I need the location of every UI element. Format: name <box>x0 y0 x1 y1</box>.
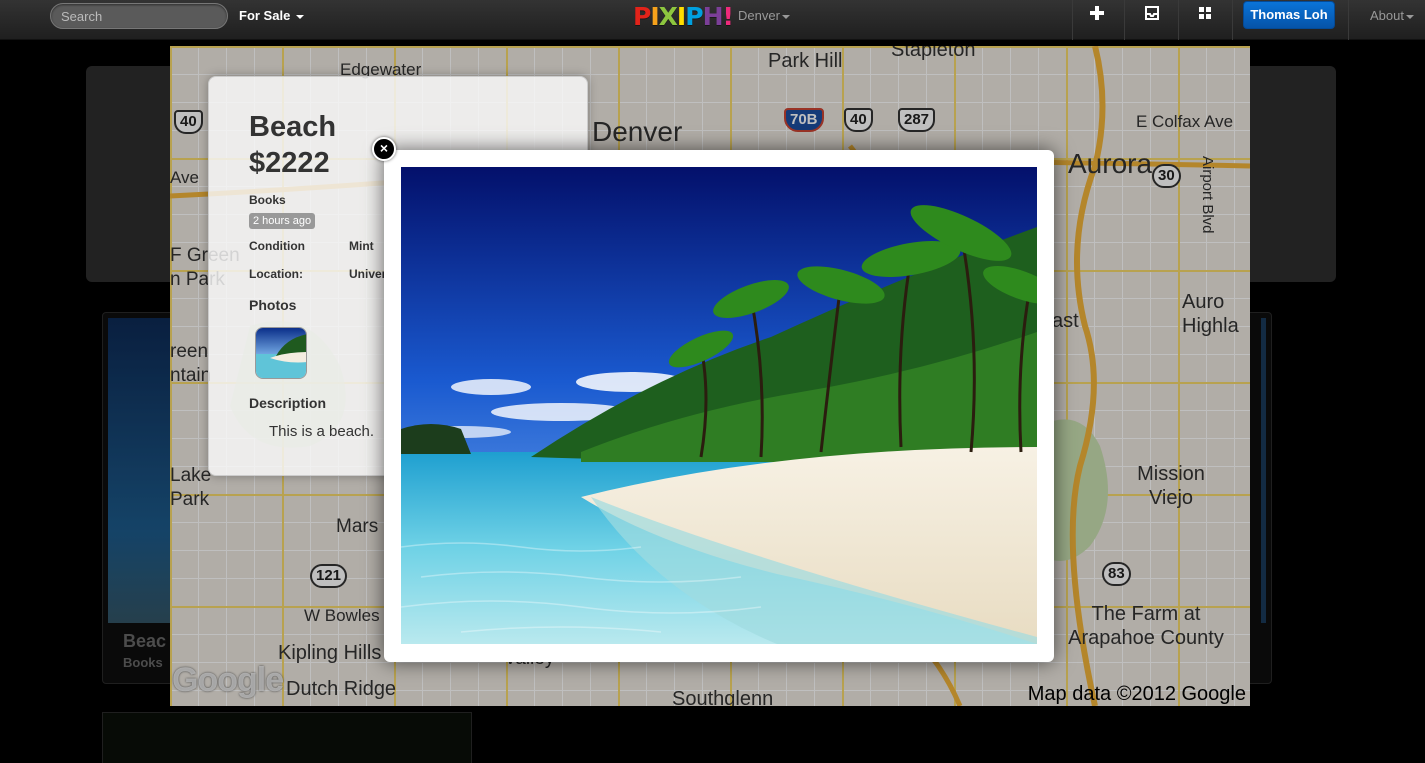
nav-divider <box>1124 0 1125 40</box>
location-value: Univer <box>349 267 387 281</box>
city-label: Denver <box>738 8 780 23</box>
highway-shield: 83 <box>1102 562 1131 586</box>
map-place-label: E Colfax Ave <box>1136 112 1234 131</box>
city-dropdown[interactable]: Denver <box>738 8 790 23</box>
highway-shield: 70B <box>784 108 824 132</box>
inbox-icon[interactable] <box>1140 6 1164 26</box>
map-place-label: The Farm at Arapahoe County <box>1068 603 1224 649</box>
listing-type-dropdown[interactable]: For Sale <box>239 8 304 23</box>
listing-card-image <box>108 318 178 623</box>
map-place-label: Mars <box>336 516 379 537</box>
listing-card-title: Beac <box>123 631 167 651</box>
highway-shield: 287 <box>898 108 936 132</box>
photo-thumbnail[interactable] <box>255 327 307 379</box>
condition-label: Condition <box>249 239 305 253</box>
map-credit: Map data ©2012 Google <box>1027 683 1246 705</box>
nav-divider <box>1072 0 1073 40</box>
user-button[interactable]: Thomas Loh <box>1243 1 1335 29</box>
nav-divider <box>1232 0 1233 40</box>
search-input[interactable] <box>50 3 228 29</box>
map-place-label: Mission Viejo <box>1137 463 1205 509</box>
logo-letter: I <box>650 2 659 31</box>
map-place-label: Ave <box>170 168 199 187</box>
logo-letter: H <box>702 2 724 31</box>
map-place-label: Denver <box>592 116 683 147</box>
map-place-label: Auro Highla <box>1182 291 1239 337</box>
logo-letter: P <box>685 2 703 31</box>
close-button[interactable]: × <box>372 137 396 161</box>
top-navbar: For Sale PIXIPH! Denver Thomas Loh About <box>0 0 1425 40</box>
map-place-label: W Bowles <box>304 606 380 625</box>
map-place-label: Southglenn <box>672 688 774 706</box>
highway-shield: 121 <box>310 564 348 588</box>
listing-card-category: Books <box>123 655 163 670</box>
map-place-label: Stapleton <box>891 46 976 61</box>
grid-icon[interactable] <box>1193 6 1217 26</box>
highway-shield: 30 <box>1152 164 1181 188</box>
map-place-label: Aurora <box>1068 148 1153 179</box>
google-logo[interactable]: Google <box>172 661 284 700</box>
condition-value: Mint <box>349 239 374 253</box>
map-place-label: Kipling Hills <box>278 642 382 664</box>
nav-divider <box>1178 0 1179 40</box>
nav-divider <box>1348 0 1349 40</box>
listing-title: Beach <box>249 111 337 143</box>
logo-letter: P <box>633 2 651 31</box>
logo-letter: X <box>658 2 678 31</box>
map-place-label: Dutch Ridge <box>286 678 397 700</box>
pixiph-logo[interactable]: PIXIPH! <box>633 2 734 31</box>
listing-card-background-2 <box>102 712 472 763</box>
highway-shield: 40 <box>174 110 203 134</box>
map-place-label: Airport Blvd <box>1199 156 1216 234</box>
chevron-down-icon <box>295 14 304 19</box>
posted-time-badge: 2 hours ago <box>249 213 316 229</box>
photo-lightbox <box>384 150 1054 662</box>
logo-letter: I <box>676 2 686 31</box>
map-place-label: Park Hill <box>768 50 843 72</box>
highway-shield: 40 <box>844 108 873 132</box>
chevron-down-icon <box>781 14 790 19</box>
listing-type-label: For Sale <box>239 8 291 23</box>
logo-letter: ! <box>722 2 734 31</box>
plus-icon[interactable] <box>1085 6 1109 26</box>
about-dropdown[interactable]: About <box>1370 8 1414 23</box>
map-place-label: ast <box>1052 310 1079 332</box>
about-label: About <box>1370 8 1404 23</box>
beach-photo <box>401 167 1037 644</box>
location-label: Location: <box>249 267 303 281</box>
chevron-down-icon <box>1405 14 1414 19</box>
